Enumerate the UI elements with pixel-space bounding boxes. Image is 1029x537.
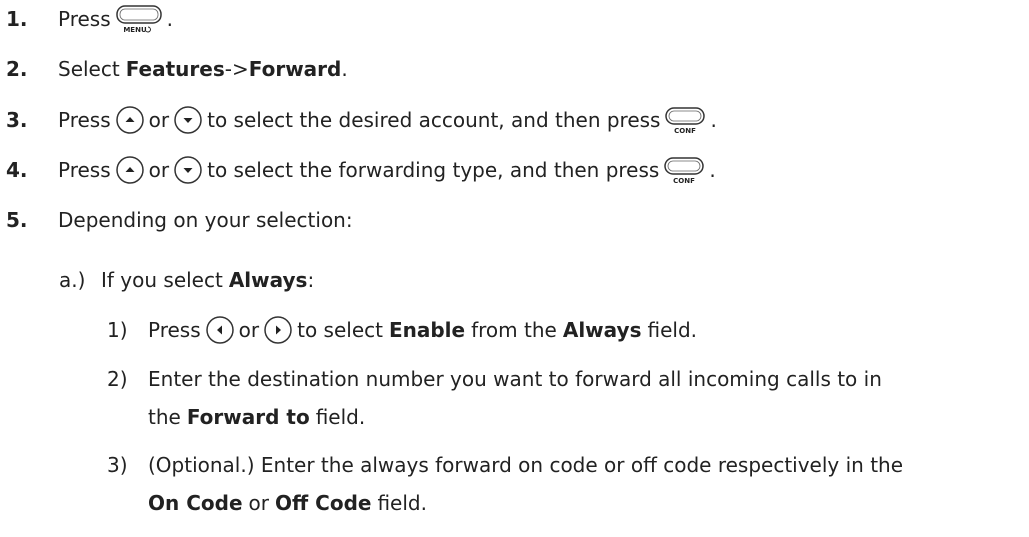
conf-key-icon: CONF xyxy=(663,155,705,185)
sub-step-label: a.) xyxy=(59,268,86,292)
menu-path-features: Features xyxy=(125,57,225,81)
step-number: 1. xyxy=(6,7,28,31)
down-key-icon xyxy=(173,105,203,135)
svg-text:MENU: MENU xyxy=(123,26,147,34)
step-text: Depending on your selection: xyxy=(58,208,353,232)
step-number: 5. xyxy=(6,208,28,232)
field-always: Always xyxy=(562,318,642,342)
field-off-code: Off Code xyxy=(274,491,372,515)
svg-text:CONF: CONF xyxy=(673,177,695,185)
left-key-icon xyxy=(205,315,235,345)
field-on-code: On Code xyxy=(148,491,243,515)
menu-path-forward: Forward xyxy=(248,57,342,81)
up-key-icon xyxy=(115,105,145,135)
step-number: 3. xyxy=(6,108,28,132)
option-enable: Enable xyxy=(388,318,466,342)
option-always: Always xyxy=(228,268,308,292)
up-key-icon xyxy=(115,155,145,185)
sub-item-number: 2) xyxy=(107,367,128,391)
step-number: 4. xyxy=(6,158,28,182)
sub-item-number: 3) xyxy=(107,453,128,477)
step-number: 2. xyxy=(6,57,28,81)
down-key-icon xyxy=(173,155,203,185)
right-key-icon xyxy=(263,315,293,345)
sub-item-number: 1) xyxy=(107,318,128,342)
field-forward-to: Forward to xyxy=(186,405,310,429)
menu-key-icon: MENU xyxy=(115,4,163,34)
conf-key-icon: CONF xyxy=(664,105,706,135)
step-text: Press xyxy=(58,7,111,31)
svg-text:CONF: CONF xyxy=(675,127,697,135)
